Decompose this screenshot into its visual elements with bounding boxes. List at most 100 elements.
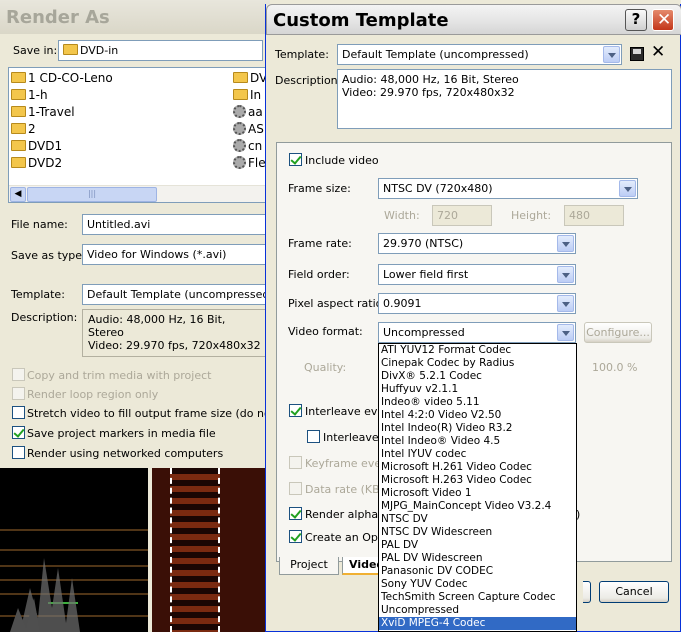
interleave-checkbox[interactable]	[289, 404, 302, 417]
file-list-item[interactable]: 1-Travel	[11, 104, 113, 121]
include-video-label: Include video	[305, 154, 379, 167]
codec-option[interactable]: Huffyuv v2.1.1	[379, 383, 576, 396]
field-order-value: Lower field first	[383, 268, 469, 281]
file-list-item[interactable]: aa	[233, 104, 267, 121]
file-list-item-label: aa	[248, 105, 263, 119]
field-order-label: Field order:	[288, 268, 350, 281]
pixel-aspect-value: 0.9091	[383, 297, 422, 310]
file-list-item[interactable]: AS	[233, 121, 267, 138]
frame-size-combo[interactable]: NTSC DV (720x480)	[378, 178, 638, 199]
interleave2-checkbox[interactable]	[307, 430, 320, 443]
ct-template-value: Default Template (uncompressed)	[342, 48, 529, 61]
codec-option[interactable]: Cinepak Codec by Radius	[379, 357, 576, 370]
interleave-label: Interleave ever	[305, 405, 389, 418]
codec-option[interactable]: ATI YUV12 Format Codec	[379, 344, 576, 357]
file-list-item[interactable]: DV	[233, 70, 267, 87]
codec-option[interactable]: MJPG_MainConcept Video V3.2.4	[379, 500, 576, 513]
keyframe-checkbox[interactable]	[289, 456, 302, 469]
codec-option[interactable]: Panasonic DV CODEC	[379, 565, 576, 578]
save-in-combo[interactable]: DVD-in	[58, 40, 263, 61]
chevron-down-icon[interactable]	[557, 266, 574, 283]
delete-template-icon[interactable]: ✕	[651, 42, 665, 62]
frame-rate-combo[interactable]: 29.970 (NTSC)	[378, 233, 576, 254]
create-open-checkbox[interactable]	[289, 530, 302, 543]
video-format-dropdown[interactable]: ATI YUV12 Format Codec Cinepak Codec by R…	[378, 343, 577, 632]
help-button[interactable]: ?	[625, 9, 647, 31]
ct-description-label: Description:	[275, 74, 342, 87]
codec-option[interactable]: Sony YUV Codec	[379, 578, 576, 591]
description-label: Description:	[11, 311, 78, 324]
folder-icon	[11, 106, 26, 117]
file-list-item[interactable]: In	[233, 87, 267, 104]
folder-icon	[11, 89, 26, 100]
file-list-scrollbar[interactable]: ◀ |||	[9, 185, 267, 202]
chevron-down-icon[interactable]	[619, 180, 636, 197]
file-name-input[interactable]: Untitled.avi	[82, 214, 267, 235]
cancel-button[interactable]: Cancel	[599, 581, 669, 603]
configure-button[interactable]: Configure...	[584, 322, 652, 343]
codec-option[interactable]: Uncompressed	[379, 604, 576, 617]
codec-option[interactable]: PAL DV Widescreen	[379, 552, 576, 565]
option-checkbox[interactable]	[12, 426, 25, 439]
file-list[interactable]: 1 CD-CO-Leno 1-h 1-Travel 2 DVD1 DVD2 DV In aa A…	[8, 67, 268, 203]
tab-project[interactable]: Project	[279, 557, 339, 575]
codec-option[interactable]: XviD MPEG-4 Codec	[379, 617, 576, 630]
codec-option[interactable]: TechSmith Screen Capture Codec	[379, 591, 576, 604]
option-checkbox[interactable]	[12, 406, 25, 419]
video-format-combo[interactable]: Uncompressed	[378, 322, 576, 343]
file-name-label: File name:	[11, 218, 68, 231]
folder-icon	[11, 123, 26, 134]
chevron-down-icon[interactable]	[557, 324, 574, 341]
template-combo[interactable]: Default Template (uncompressed)	[82, 284, 267, 305]
option-checkbox[interactable]	[12, 368, 25, 381]
scroll-thumb[interactable]: |||	[27, 187, 157, 202]
codec-option[interactable]: Intel Indeo® Video 4.5	[379, 435, 576, 448]
codec-option[interactable]: Indeo® video 5.11	[379, 396, 576, 409]
codec-option[interactable]: Microsoft H.263 Video Codec	[379, 474, 576, 487]
file-list-item[interactable]: 2	[11, 121, 113, 138]
create-open-label: Create an Oper	[305, 531, 390, 544]
codec-option[interactable]: Microsoft H.261 Video Codec	[379, 461, 576, 474]
codec-option[interactable]: Intel IYUV codec	[379, 448, 576, 461]
scroll-left-arrow-icon[interactable]: ◀	[10, 187, 26, 202]
option-checkbox[interactable]	[12, 446, 25, 459]
tab-video[interactable]: Video	[342, 557, 384, 575]
width-input[interactable]: 720	[432, 205, 492, 226]
include-video-checkbox[interactable]	[289, 153, 302, 166]
file-list-item[interactable]: Fle	[233, 155, 267, 172]
file-list-item[interactable]: 1-h	[11, 87, 113, 104]
codec-option[interactable]: Intel 4:2:0 Video V2.50	[379, 409, 576, 422]
file-list-item[interactable]: 1 CD-CO-Leno	[11, 70, 113, 87]
file-list-item[interactable]: DVD2	[11, 155, 113, 172]
field-order-combo[interactable]: Lower field first	[378, 264, 576, 285]
codec-option[interactable]: Microsoft Video 1	[379, 487, 576, 500]
codec-option[interactable]: PAL DV	[379, 539, 576, 552]
option-checkbox[interactable]	[12, 387, 25, 400]
save-template-icon[interactable]	[630, 47, 644, 61]
settings-file-icon	[233, 139, 246, 152]
height-label: Height:	[511, 209, 552, 222]
datarate-checkbox[interactable]	[289, 482, 302, 495]
file-list-item[interactable]: cn	[233, 138, 267, 155]
chevron-down-icon[interactable]	[557, 235, 574, 252]
ct-description-line-1: Audio: 48,000 Hz, 16 Bit, Stereo	[342, 73, 519, 86]
file-list-item[interactable]: DVD1	[11, 138, 113, 155]
ok-button-edge[interactable]	[583, 581, 591, 603]
ct-template-combo[interactable]: Default Template (uncompressed)	[337, 44, 622, 65]
ct-template-label: Template:	[275, 48, 329, 61]
close-window-button[interactable]: ✕	[652, 9, 674, 31]
video-format-label: Video format:	[288, 325, 363, 338]
chevron-down-icon[interactable]	[603, 46, 620, 63]
file-list-item-label: In	[250, 88, 262, 102]
file-list-item-label: Fle	[248, 156, 266, 170]
codec-option[interactable]: DivX® 5.2.1 Codec	[379, 370, 576, 383]
codec-option[interactable]: NTSC DV Widescreen	[379, 526, 576, 539]
render-alpha-checkbox[interactable]	[289, 507, 302, 520]
height-input[interactable]: 480	[564, 205, 624, 226]
save-type-combo[interactable]: Video for Windows (*.avi)	[82, 244, 267, 265]
codec-option[interactable]: Intel Indeo(R) Video R3.2	[379, 422, 576, 435]
chevron-down-icon[interactable]	[557, 295, 574, 312]
pixel-aspect-combo[interactable]: 0.9091	[378, 293, 576, 314]
file-list-item-label: 1-h	[28, 88, 48, 102]
codec-option[interactable]: NTSC DV	[379, 513, 576, 526]
